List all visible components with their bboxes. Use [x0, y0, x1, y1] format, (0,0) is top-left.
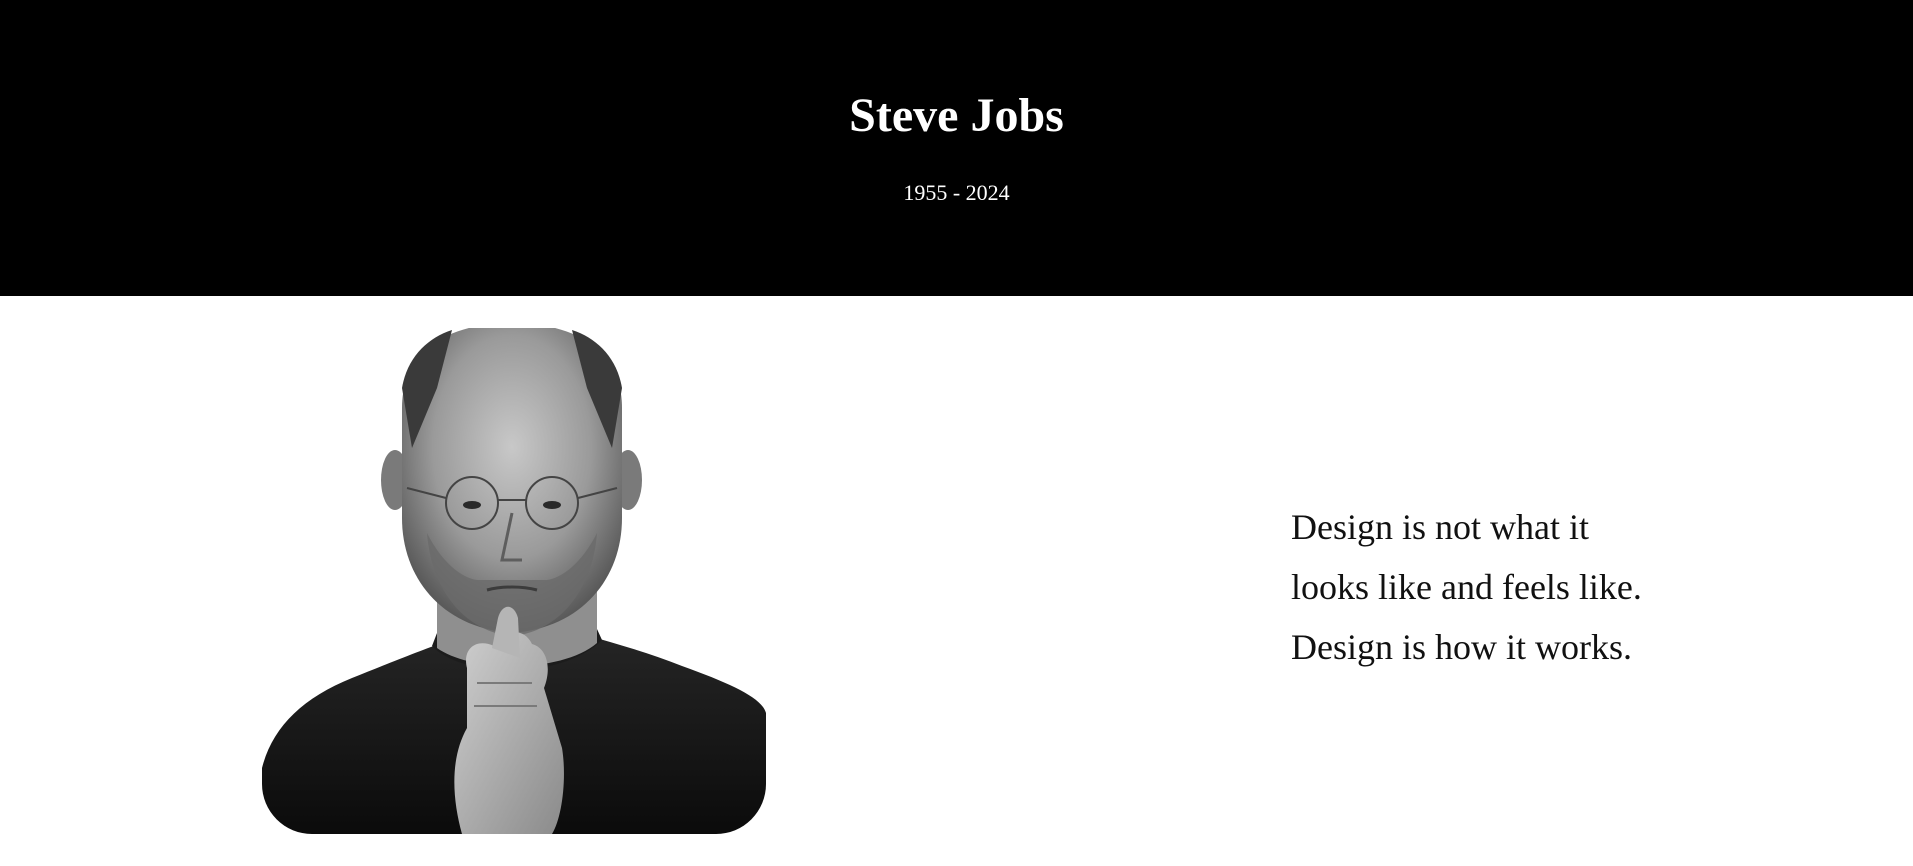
- quote-line: Design is how it works.: [1291, 627, 1632, 667]
- quote-block: Design is not what it looks like and fee…: [1291, 497, 1751, 677]
- portrait-illustration: [262, 328, 766, 834]
- quote-line: looks like and feels like.: [1291, 567, 1642, 607]
- page-header: Steve Jobs 1955 - 2024: [0, 0, 1913, 296]
- life-years: 1955 - 2024: [903, 180, 1010, 205]
- page-title: Steve Jobs: [849, 89, 1064, 142]
- quote-line: Design is not what it: [1291, 507, 1589, 547]
- portrait-image: [262, 328, 766, 834]
